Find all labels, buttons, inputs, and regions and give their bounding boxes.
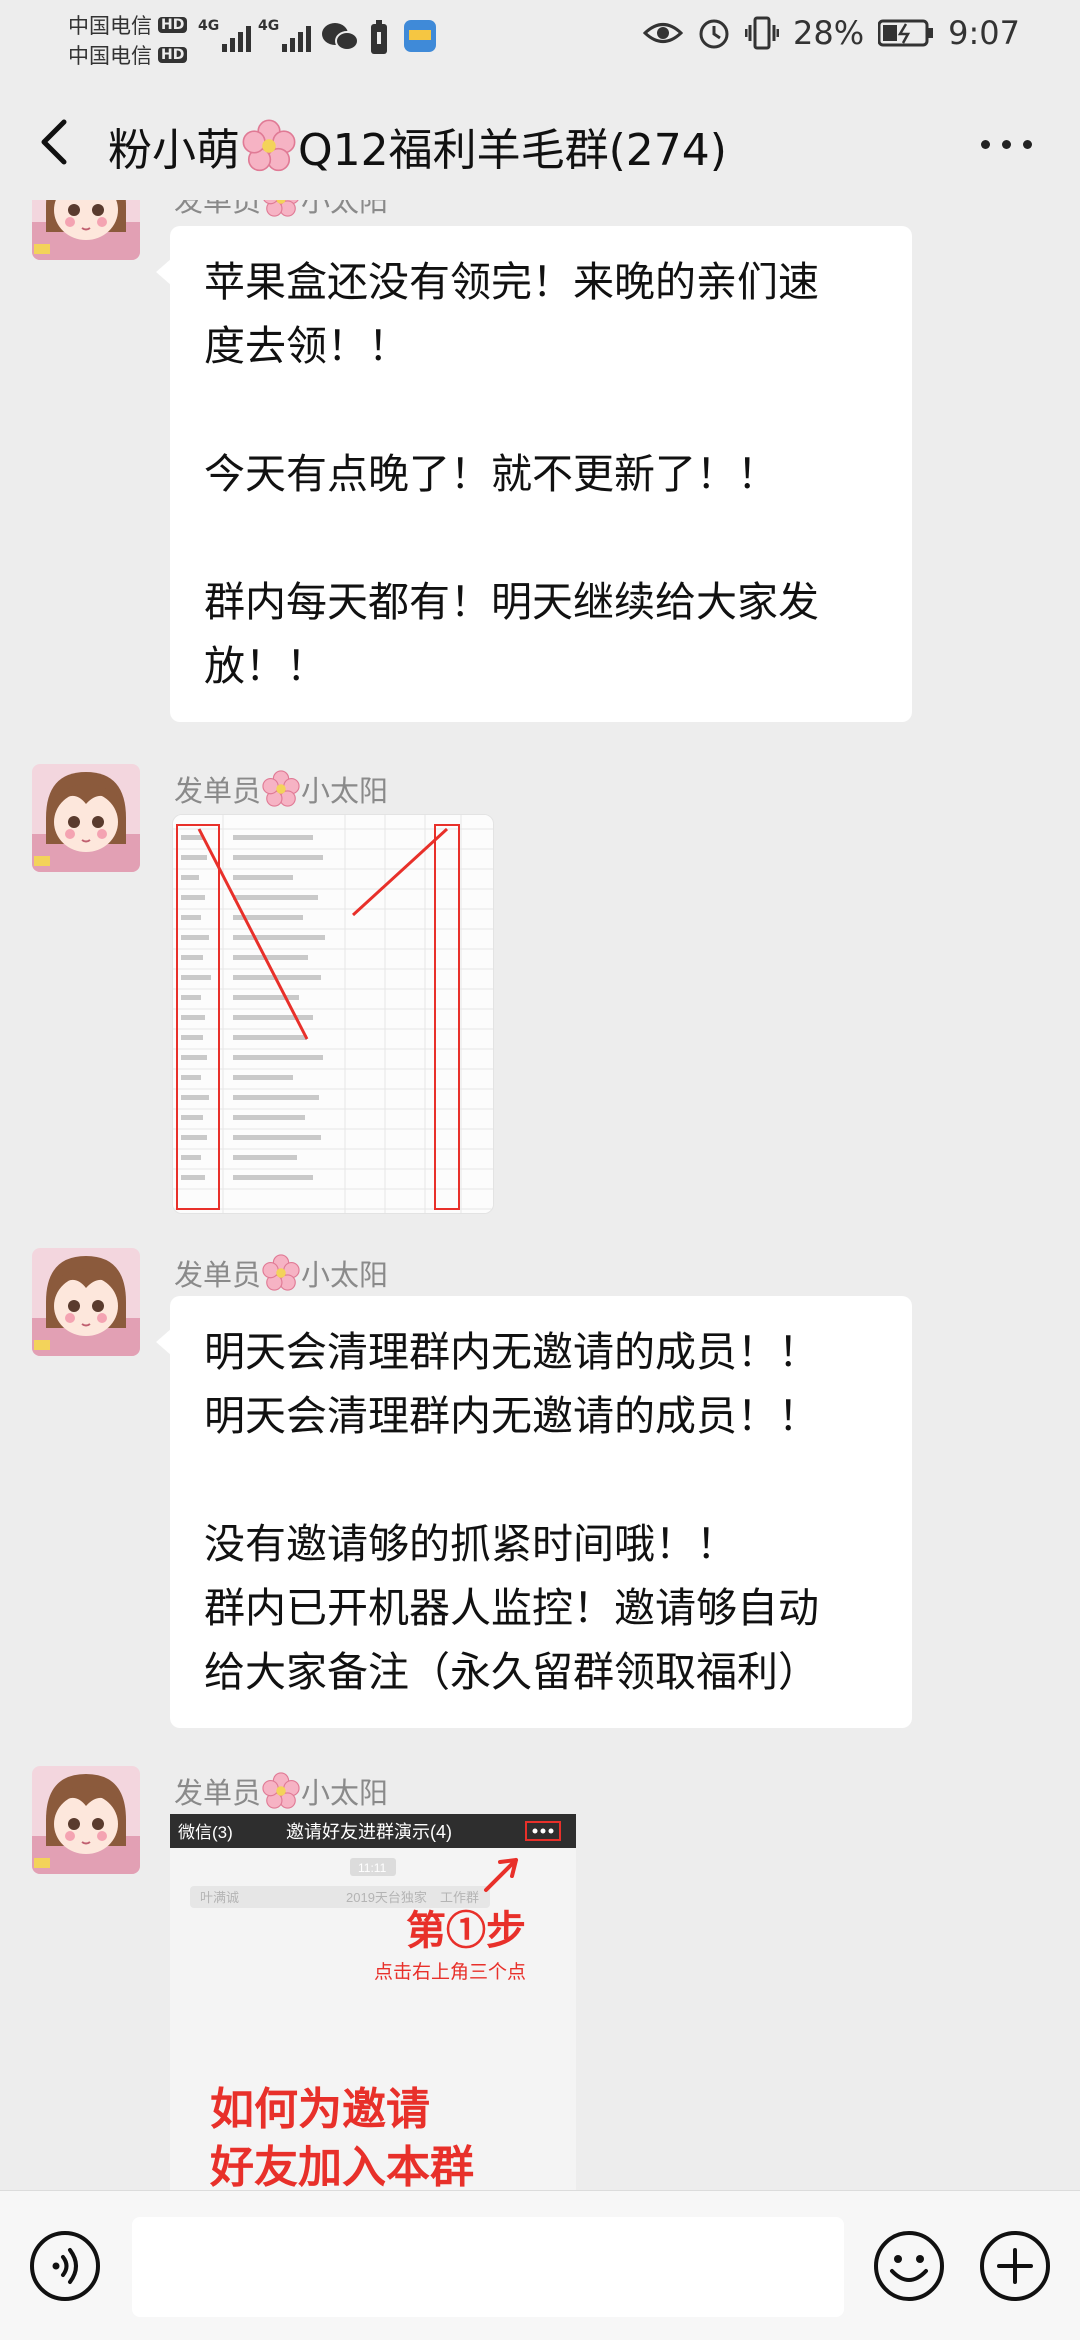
carrier-1: 中国电信 HD (68, 10, 188, 40)
chat-title-part2: Q12福利羊毛群(274) (298, 125, 727, 176)
network-type-label: 4G (198, 18, 220, 34)
network-type-label: 4G (258, 18, 280, 34)
signal-icon: 4G (198, 18, 252, 52)
tutorial-row-name: 叶满诚 (200, 1890, 239, 1905)
tutorial-row-text2: 工作群 (440, 1890, 479, 1905)
cherry-blossom-icon (262, 1254, 300, 1291)
sender-name: 发单员 小太阳 (174, 1770, 388, 1812)
sender-name-part1: 发单员 (174, 1776, 262, 1810)
input-bar (0, 2190, 1080, 2340)
plus-icon[interactable] (978, 2229, 1052, 2303)
hd-badge: HD (158, 17, 188, 33)
chat-title: 粉小萌 Q12福利羊毛群(274) (108, 114, 727, 178)
battery-icon (878, 19, 934, 47)
tutorial-hint: 点击右上角三个点 (374, 1961, 526, 1983)
sender-name: 发单员 小太阳 (174, 768, 388, 810)
wechat-group-chat-screen: 中国电信 HD 中国电信 HD 4G 4G 28% 9:07 粉小萌 Q12福利… (0, 0, 1080, 2340)
hd-badge: HD (158, 47, 188, 63)
message-list[interactable]: 发单员 小太阳 苹果盒还没有领完！来晚的亲们速 度去领！！ 今天有点晚了！就不更… (0, 200, 1080, 2190)
more-dots-icon[interactable] (981, 140, 1032, 149)
avatar[interactable] (32, 764, 140, 872)
sender-name-part2: 小太阳 (301, 1258, 389, 1292)
sender-name-part2: 小太阳 (301, 200, 389, 218)
text-bubble[interactable]: 明天会清理群内无邀请的成员！！ 明天会清理群内无邀请的成员！！ 没有邀请够的抓紧… (156, 1296, 912, 1728)
sender-name-part1: 发单员 (174, 200, 262, 218)
status-bar: 中国电信 HD 中国电信 HD 4G 4G 28% 9:07 (0, 0, 1080, 84)
message-input[interactable] (132, 2217, 844, 2317)
back-chevron-icon[interactable] (30, 114, 80, 170)
alarm-icon (699, 19, 729, 49)
cherry-blossom-icon (242, 119, 296, 172)
tutorial-step: 第①步 (406, 1909, 526, 1953)
voice-icon[interactable] (28, 2229, 102, 2303)
sender-name-part2: 小太阳 (301, 774, 389, 808)
sender-name: 发单员 小太阳 (174, 200, 388, 220)
carrier-1-name: 中国电信 (68, 14, 152, 38)
tutorial-title: 邀请好友进群演示(4) (286, 1822, 452, 1842)
cherry-blossom-icon (262, 770, 300, 807)
tutorial-caption-line2: 好友加入本群 (209, 2143, 474, 2190)
sender-name: 发单员 小太阳 (174, 1252, 388, 1294)
sender-name-part1: 发单员 (174, 774, 262, 808)
wechat-icon (322, 23, 359, 51)
tutorial-back-label: 微信(3) (178, 1823, 233, 1842)
cherry-blossom-icon (263, 200, 299, 217)
eye-icon (643, 23, 684, 43)
spreadsheet-image[interactable] (172, 814, 494, 1214)
avatar[interactable] (32, 1248, 140, 1356)
right-status: 28% 9:07 (643, 14, 1020, 52)
vibrate-icon (745, 16, 780, 50)
chat-header: 粉小萌 Q12福利羊毛群(274) (0, 84, 1080, 200)
chat-title-part1: 粉小萌 (108, 125, 240, 176)
avatar[interactable] (32, 200, 140, 260)
signal-icon: 4G (258, 18, 312, 52)
text-bubble[interactable]: 苹果盒还没有领完！来晚的亲们速 度去领！！ 今天有点晚了！就不更新了！！ 群内每… (156, 226, 912, 722)
tutorial-time: 11:11 (358, 1861, 387, 1875)
clock-time: 9:07 (948, 14, 1020, 52)
sender-name-part1: 发单员 (174, 1258, 262, 1292)
cherry-blossom-icon (262, 1772, 300, 1809)
tutorial-image[interactable]: 微信(3) 邀请好友进群演示(4) 11:11 叶满诚 2019天台独家 工作群… (170, 1814, 576, 2190)
carrier-2: 中国电信 HD (68, 40, 188, 70)
emoji-icon[interactable] (872, 2229, 946, 2303)
tutorial-caption-line1: 如何为邀请 (210, 2085, 430, 2134)
tutorial-row-text: 2019天台独家 (346, 1890, 427, 1905)
battery-saver-icon (371, 20, 387, 54)
carrier-2-name: 中国电信 (68, 44, 152, 68)
avatar[interactable] (32, 1766, 140, 1874)
battery-percent: 28% (793, 14, 865, 52)
notification-app-icon (404, 20, 436, 52)
sender-name-part2: 小太阳 (301, 1776, 389, 1810)
